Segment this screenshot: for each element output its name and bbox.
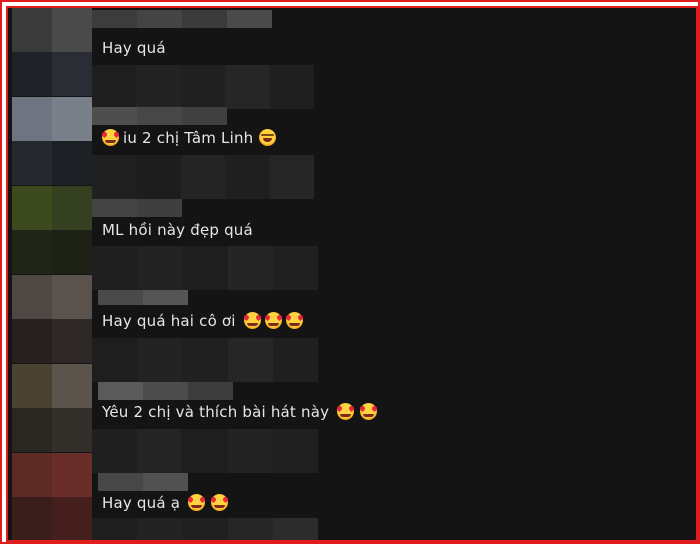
username-blurred[interactable] [92,199,182,217]
username-blurred[interactable] [98,473,188,491]
smiling-face-with-hearts-icon [337,403,355,420]
comment-text: ML hồi này đẹp quá [102,221,253,239]
smiling-face-with-hearts-icon [243,312,261,329]
smiling-face-with-hearts-icon [360,403,378,420]
blurred-row [92,338,319,382]
avatar-column [12,8,92,540]
comments-list: Hay quá iu 2 chị Tâm Linh ML hồi này đẹp… [92,8,696,540]
username-blurred[interactable] [92,107,227,125]
comment-text: Hay quá ạ [102,494,229,512]
username-blurred[interactable] [98,290,188,305]
avatar[interactable] [12,8,92,97]
avatar[interactable] [12,453,92,540]
avatar[interactable] [12,275,92,364]
comment-text: Hay quá [102,39,166,57]
avatar[interactable] [12,364,92,453]
blurred-row [92,65,315,109]
comment-text: iu 2 chị Tâm Linh [102,129,277,147]
avatar[interactable] [12,186,92,275]
comment-text: Hay quá hai cô ơi [102,312,303,330]
username-blurred[interactable] [92,10,272,28]
smiling-face-with-hearts-icon [264,312,282,329]
screenshot-frame: Hay quá iu 2 chị Tâm Linh ML hồi này đẹp… [0,0,700,544]
blurred-row [92,518,319,540]
smiling-face-with-hearts-icon [285,312,303,329]
smiling-face-with-hearts-icon [211,494,229,511]
smiling-face-with-hearts-icon [102,129,119,146]
blurred-row [92,155,315,199]
smiling-face-with-hearts-icon [188,494,206,511]
comment-feed: Hay quá iu 2 chị Tâm Linh ML hồi này đẹp… [6,6,698,542]
grinning-squinting-face-icon [259,129,277,146]
comment-text: Yêu 2 chị và thích bài hát này [102,403,378,421]
username-blurred[interactable] [98,382,233,400]
blurred-row [92,246,319,290]
blurred-row [92,429,319,473]
avatar[interactable] [12,97,92,186]
